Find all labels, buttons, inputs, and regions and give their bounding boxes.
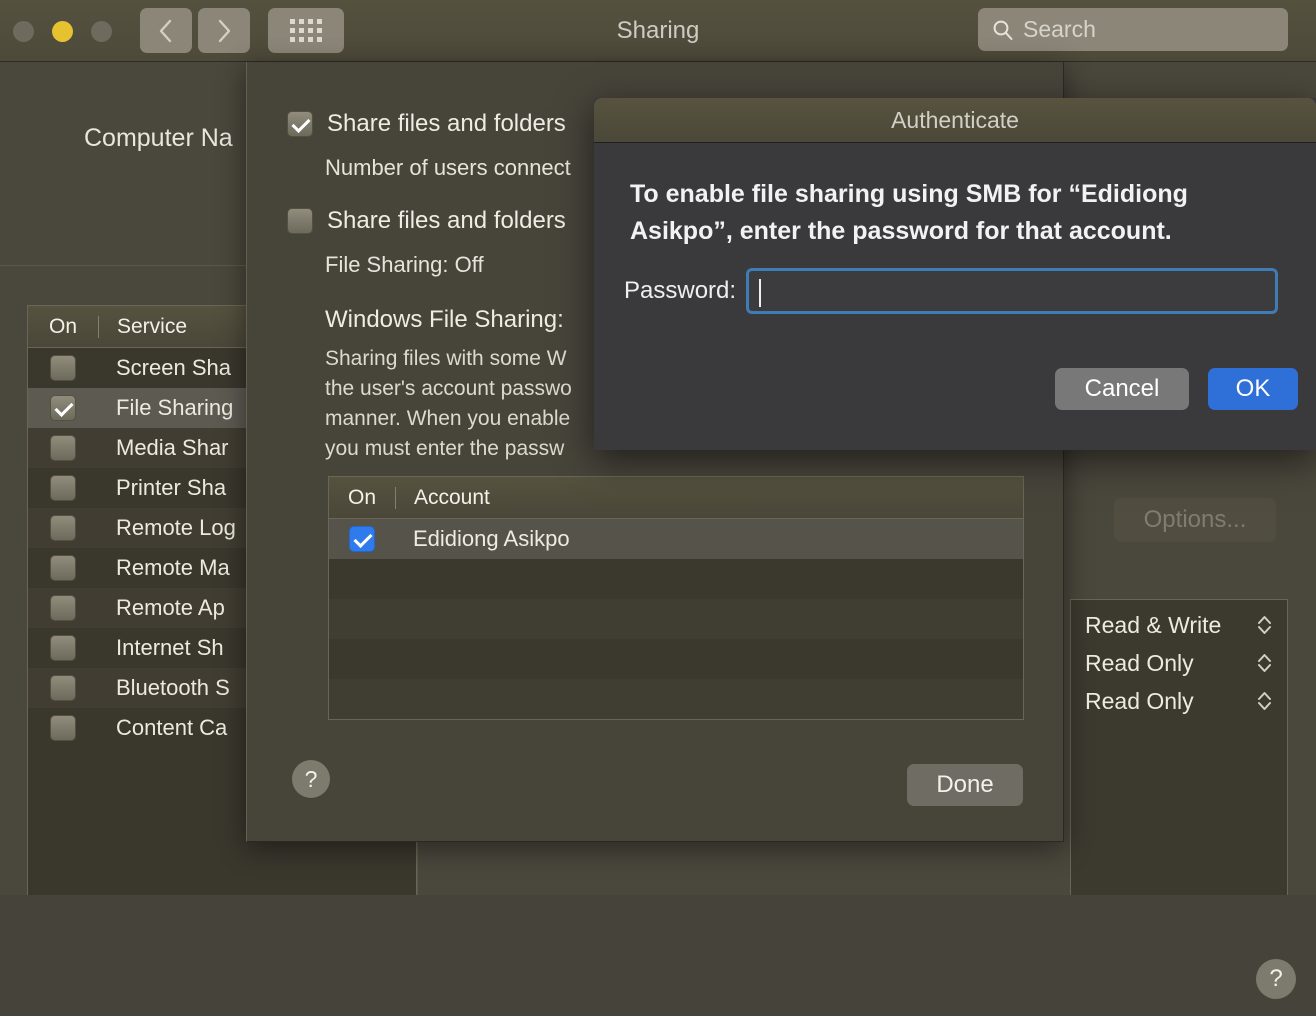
users-connected-text: Number of users connect [325, 155, 571, 180]
dialog-button-row: Cancel OK [1055, 368, 1298, 410]
table-row[interactable]: Edidiong Asikpo [329, 519, 1023, 559]
window-footer: ? [0, 895, 1316, 1016]
afp-share-label: Share files and folders [327, 110, 566, 137]
table-row-empty[interactable] [329, 679, 1023, 719]
service-name: Remote Ap [116, 595, 225, 620]
account-checkbox-cell[interactable] [329, 526, 395, 552]
checkbox-checked-icon[interactable] [287, 111, 313, 137]
file-sharing-status: File Sharing: Off [325, 252, 484, 277]
table-row-empty[interactable] [329, 599, 1023, 639]
checkbox-icon[interactable] [50, 635, 76, 661]
options-button[interactable]: Options... [1114, 498, 1276, 542]
service-name: Content Ca [116, 715, 228, 740]
done-button[interactable]: Done [907, 764, 1023, 806]
service-name: Media Shar [116, 435, 229, 460]
service-name: Remote Log [116, 515, 236, 540]
service-checkbox-cell[interactable] [28, 715, 98, 741]
service-name: File Sharing [116, 395, 234, 420]
help-button[interactable]: ? [1256, 959, 1296, 999]
accounts-table-header: On Account [329, 477, 1023, 519]
password-label: Password: [624, 277, 737, 304]
chevron-updown-icon[interactable] [1256, 613, 1273, 637]
text-caret [759, 279, 762, 307]
service-checkbox-cell[interactable] [28, 635, 98, 661]
chevron-updown-icon[interactable] [1256, 689, 1273, 713]
service-checkbox-cell[interactable] [28, 515, 98, 541]
search-field[interactable]: Search [978, 8, 1288, 51]
computer-name-label: Computer Na [84, 124, 233, 152]
permission-value: Read Only [1085, 687, 1194, 714]
search-placeholder: Search [1023, 16, 1096, 42]
question-mark-icon: ? [292, 760, 330, 798]
dialog-title: Authenticate [594, 98, 1316, 143]
permissions-list: Read & Write Read Only Read Only [1070, 599, 1288, 904]
service-name: Bluetooth S [116, 675, 230, 700]
checkbox-checked-icon[interactable] [349, 526, 375, 552]
table-row-empty[interactable] [329, 639, 1023, 679]
permission-row[interactable]: Read & Write [1071, 606, 1287, 644]
table-row-empty[interactable] [329, 559, 1023, 599]
service-checkbox-cell[interactable] [28, 555, 98, 581]
account-name: Edidiong Asikpo [413, 526, 570, 551]
service-name: Internet Sh [116, 635, 224, 660]
sheet-help-button[interactable]: ? [292, 760, 330, 798]
smb-share-label: Share files and folders [327, 207, 566, 234]
accounts-column-account: Account [414, 485, 490, 509]
service-checkbox-cell[interactable] [28, 355, 98, 381]
checkbox-icon[interactable] [50, 555, 76, 581]
smb-share-checkbox-row[interactable]: Share files and folders [287, 207, 566, 235]
question-mark-icon: ? [1256, 959, 1296, 999]
chevron-updown-icon[interactable] [1256, 651, 1273, 675]
permission-value: Read Only [1085, 649, 1194, 676]
permission-row[interactable]: Read Only [1071, 682, 1287, 720]
permission-row[interactable]: Read Only [1071, 644, 1287, 682]
cancel-button[interactable]: Cancel [1055, 368, 1189, 410]
checkbox-icon[interactable] [287, 208, 313, 234]
accounts-table: On Account Edidiong Asikpo [328, 476, 1024, 720]
windows-file-sharing-description: Sharing files with some W the user's acc… [325, 347, 572, 460]
dialog-message: To enable file sharing using SMB for “Ed… [630, 180, 1188, 245]
windows-file-sharing-heading: Windows File Sharing: [325, 306, 564, 333]
service-name: Screen Sha [116, 355, 231, 380]
services-column-service: Service [117, 314, 188, 338]
accounts-column-on: On [347, 485, 376, 509]
service-checkbox-cell[interactable] [28, 675, 98, 701]
checkbox-icon[interactable] [50, 595, 76, 621]
checkbox-icon[interactable] [50, 675, 76, 701]
service-checkbox-cell[interactable] [28, 475, 98, 501]
afp-share-checkbox-row[interactable]: Share files and folders [287, 110, 566, 138]
checkbox-icon[interactable] [50, 475, 76, 501]
search-icon [992, 19, 1014, 41]
authenticate-dialog: Authenticate To enable file sharing usin… [594, 98, 1316, 450]
service-name: Printer Sha [116, 475, 227, 500]
service-checkbox-cell[interactable] [28, 595, 98, 621]
checkbox-checked-icon[interactable] [50, 395, 76, 421]
services-column-on: On [48, 314, 77, 338]
checkbox-icon[interactable] [50, 515, 76, 541]
checkbox-icon[interactable] [50, 715, 76, 741]
checkbox-icon[interactable] [50, 435, 76, 461]
service-name: Remote Ma [116, 555, 230, 580]
permission-value: Read & Write [1085, 611, 1222, 638]
service-checkbox-cell[interactable] [28, 435, 98, 461]
window-toolbar: Sharing Search [0, 0, 1316, 62]
checkbox-icon[interactable] [50, 355, 76, 381]
password-input[interactable] [746, 268, 1279, 314]
ok-button[interactable]: OK [1208, 368, 1298, 410]
password-row: Password: [624, 268, 1279, 314]
app-root: Sharing Search Computer Na On Service Sc… [0, 0, 1316, 1016]
service-checkbox-cell[interactable] [28, 395, 98, 421]
